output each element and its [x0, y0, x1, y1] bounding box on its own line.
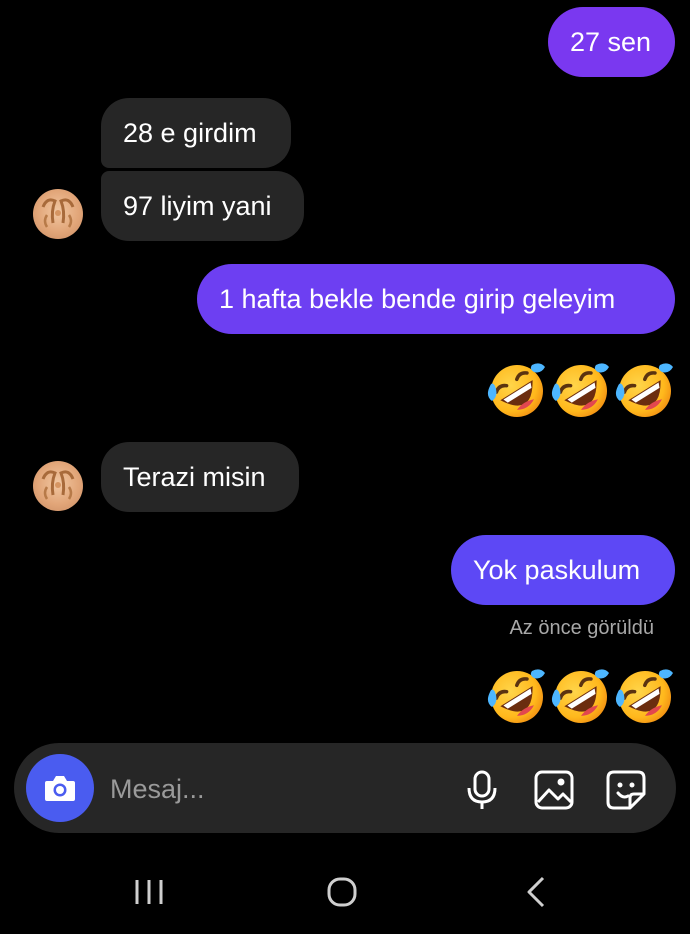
message-text: 28 e girdim: [123, 118, 257, 148]
microphone-button[interactable]: [460, 768, 504, 812]
rofl-emoji-icon: [550, 360, 612, 422]
sticker-icon: [606, 770, 646, 810]
outgoing-message[interactable]: 1 hafta bekle bende girip geleyim: [197, 264, 675, 334]
rofl-emoji-icon: [614, 360, 676, 422]
message-text: 27 sen: [570, 27, 652, 57]
message-text: 97 liyim yani: [123, 191, 272, 221]
avatar-image: [41, 198, 75, 228]
rofl-emoji-icon: [486, 360, 548, 422]
incoming-message[interactable]: 28 e girdim: [101, 98, 291, 168]
recent-apps-button[interactable]: [125, 872, 173, 912]
emoji-message[interactable]: [486, 360, 676, 422]
camera-icon: [45, 776, 75, 801]
rofl-emoji-icon: [550, 666, 612, 728]
seen-status: Az önce görüldü: [509, 617, 654, 639]
sticker-button[interactable]: [604, 768, 648, 812]
outgoing-message[interactable]: 27 sen: [548, 7, 675, 77]
message-text: 1 hafta bekle bende girip geleyim: [219, 284, 616, 314]
message-text: Terazi misin: [123, 462, 266, 492]
outgoing-message[interactable]: Yok paskulum: [451, 535, 675, 605]
emoji-message[interactable]: [486, 666, 676, 728]
home-button[interactable]: [318, 872, 366, 912]
message-input[interactable]: [108, 767, 442, 811]
rofl-emoji-icon: [614, 666, 676, 728]
home-icon: [327, 877, 357, 907]
back-icon: [527, 876, 545, 908]
avatar[interactable]: [33, 189, 83, 239]
recent-apps-icon: [135, 880, 163, 904]
gallery-icon: [534, 770, 574, 810]
rofl-emoji-icon: [486, 666, 548, 728]
avatar[interactable]: [33, 461, 83, 511]
back-button[interactable]: [512, 872, 560, 912]
avatar-image: [41, 470, 75, 500]
incoming-message[interactable]: 97 liyim yani: [101, 171, 304, 241]
camera-button[interactable]: [26, 754, 94, 822]
microphone-icon: [467, 770, 497, 809]
system-navigation-bar: [0, 850, 690, 934]
message-text: Yok paskulum: [473, 555, 641, 585]
incoming-message[interactable]: Terazi misin: [101, 442, 299, 512]
message-composer: [14, 743, 676, 833]
gallery-button[interactable]: [532, 768, 576, 812]
